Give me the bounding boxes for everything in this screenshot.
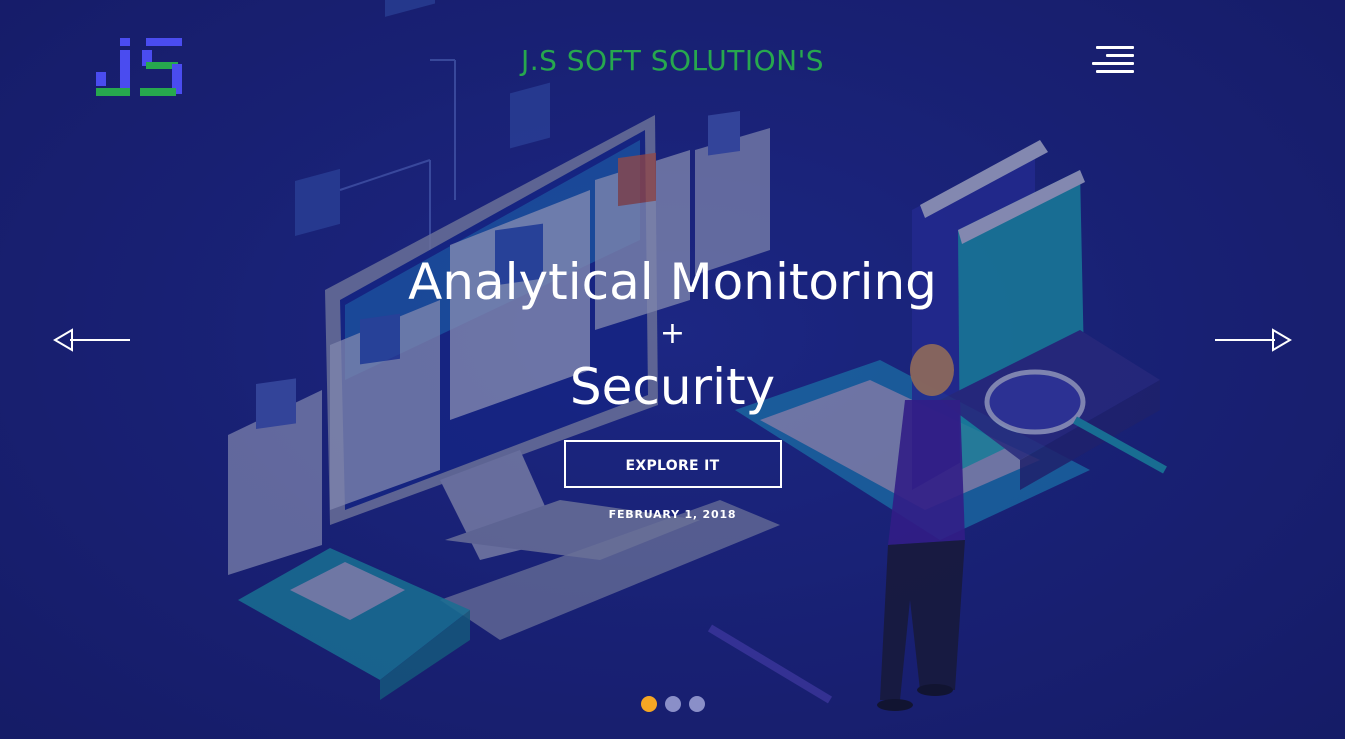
menu-bar — [1096, 46, 1134, 49]
menu-bar — [1092, 62, 1134, 65]
hamburger-menu-icon[interactable] — [1090, 46, 1138, 80]
headline-plus: + — [659, 316, 686, 351]
explore-button[interactable]: EXPLORE IT — [563, 440, 782, 488]
headline-line-1: Analytical Monitoring — [408, 253, 937, 311]
hero-slider: J.S SOFT SOLUTION'S Analytical Monitorin… — [0, 0, 1345, 739]
menu-bar — [1096, 70, 1134, 73]
post-date: FEBRUARY 1, 2018 — [608, 508, 737, 521]
headline-line-2: Security — [569, 358, 776, 416]
site-title[interactable]: J.S SOFT SOLUTION'S — [0, 44, 1345, 77]
carousel-dot-3[interactable] — [688, 696, 705, 712]
carousel-dot-1[interactable] — [640, 696, 657, 712]
carousel-pagination — [0, 696, 1345, 712]
slide-caption: Analytical Monitoring + Security EXPLORE… — [0, 250, 1345, 521]
carousel-dot-2[interactable] — [664, 696, 681, 712]
menu-bar — [1106, 54, 1134, 57]
